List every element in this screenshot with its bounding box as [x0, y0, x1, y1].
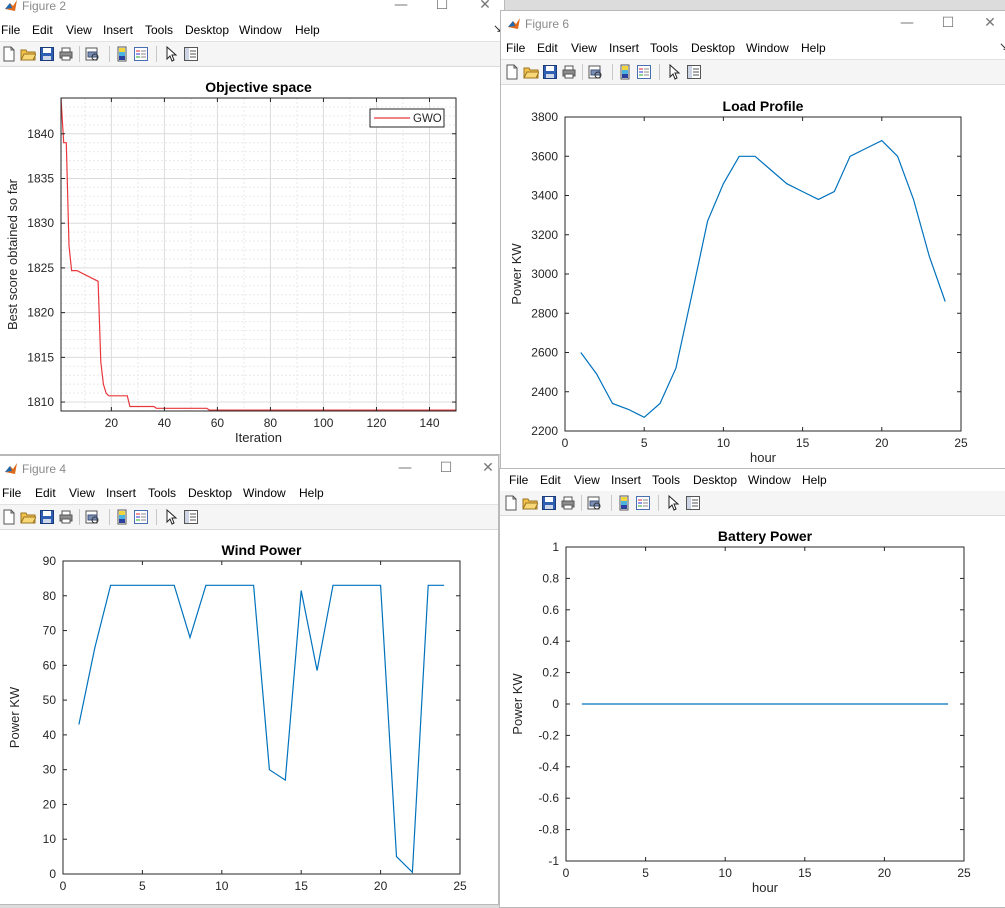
x-tick-label: 100	[313, 416, 333, 430]
x-tick-label: 15	[796, 436, 810, 450]
figure-6-window[interactable]: Figure 6 — ☐ ✕ File Edit View Insert Too…	[500, 10, 1005, 472]
y-tick-label: 10	[43, 832, 57, 846]
figure-2-window[interactable]: Figure 2 — ☐ ✕ File Edit View Insert Too…	[0, 0, 505, 455]
axes-box	[62, 560, 461, 875]
y-tick-label: 1840	[27, 127, 54, 141]
chart-title: Load Profile	[723, 98, 804, 114]
y-tick-label: 50	[43, 693, 57, 707]
x-tick-label: 25	[453, 879, 467, 893]
x-tick-label: 5	[139, 879, 146, 893]
y-tick-label: 0.2	[542, 666, 559, 680]
axes-box	[60, 97, 457, 412]
chart-title: Wind Power	[222, 542, 303, 558]
y-tick-label: 1820	[27, 306, 54, 320]
y-tick-label: 0	[552, 697, 559, 711]
y-tick-label: -0.8	[538, 823, 559, 837]
y-tick-label: 2600	[531, 346, 558, 360]
y-axis-label: Power KW	[509, 243, 524, 305]
series-line	[78, 584, 445, 874]
y-axis-label: Power KW	[7, 686, 22, 748]
y-tick-label: 20	[43, 797, 57, 811]
battery-power-chart[interactable]: 0 5 10 15 20 25 -1 -0.8 -0.6 -0.4 -0.2 0 0.2 0.4 0.6 0.…	[500, 469, 1005, 908]
series-line	[60, 97, 456, 411]
x-tick-label: 10	[719, 866, 733, 880]
y-tick-label: 3600	[531, 149, 558, 163]
x-tick-label: 0	[562, 436, 569, 450]
battery-power-window[interactable]: File Edit View Insert Tools Desktop Wind…	[499, 468, 1005, 908]
x-tick-label: 10	[717, 436, 731, 450]
y-tick-label: -0.6	[538, 791, 559, 805]
y-tick-label: 30	[43, 763, 57, 777]
wind-power-chart[interactable]: 0 5 10 15 20 25 0 10 20 30 40 50 60 70 80 90 Wind Power P…	[0, 456, 499, 905]
x-tick-label: 20	[878, 866, 892, 880]
x-tick-label: 140	[419, 416, 439, 430]
y-tick-label: 1810	[27, 395, 54, 409]
x-tick-label: 20	[105, 416, 119, 430]
y-tick-label: 1815	[27, 350, 54, 364]
objective-space-chart[interactable]: 20 40 60 80 100 120 140 1810 1815 1820 1825 1830 183…	[0, 0, 505, 455]
x-tick-label: 25	[957, 866, 971, 880]
series-line	[580, 139, 946, 419]
x-tick-label: 10	[215, 879, 229, 893]
y-tick-label: -1	[548, 854, 559, 868]
y-axis-label: Best score obtained so far	[5, 178, 20, 330]
x-tick-label: 5	[641, 436, 648, 450]
chart-title: Objective space	[205, 79, 312, 95]
y-tick-label: 60	[43, 658, 57, 672]
x-tick-label: 0	[60, 879, 67, 893]
y-tick-label: 0.8	[542, 571, 559, 585]
x-tick-label: 15	[798, 866, 812, 880]
x-tick-label: 15	[295, 879, 309, 893]
y-tick-label: 1830	[27, 216, 54, 230]
y-tick-label: 3200	[531, 228, 558, 242]
x-tick-label: 0	[563, 866, 570, 880]
x-tick-label: 5	[642, 866, 649, 880]
x-axis-label: Iteration	[235, 430, 282, 445]
axes-box	[564, 116, 962, 432]
y-tick-label: -0.2	[538, 728, 559, 742]
figure-4-window[interactable]: Figure 4 — ☐ ✕ File Edit View Insert Too…	[0, 455, 499, 905]
x-tick-label: 80	[264, 416, 278, 430]
y-axis-label: Power KW	[510, 673, 525, 735]
y-tick-label: 0.6	[542, 603, 559, 617]
y-tick-label: 0	[49, 867, 56, 881]
y-tick-label: 2800	[531, 306, 558, 320]
x-tick-label: 60	[211, 416, 225, 430]
y-tick-label: 1	[552, 540, 559, 554]
y-tick-label: 3400	[531, 189, 558, 203]
y-tick-label: -0.4	[538, 760, 559, 774]
x-axis-label: hour	[750, 450, 777, 465]
y-tick-label: 2400	[531, 385, 558, 399]
x-tick-label: 20	[374, 879, 388, 893]
y-tick-label: 40	[43, 728, 57, 742]
x-tick-label: 40	[158, 416, 172, 430]
y-tick-label: 80	[43, 589, 57, 603]
y-tick-label: 2200	[531, 424, 558, 438]
x-tick-label: 25	[954, 436, 968, 450]
x-axis-label: hour	[752, 880, 779, 895]
y-tick-label: 1825	[27, 261, 54, 275]
x-tick-label: 120	[366, 416, 386, 430]
y-tick-label: 3800	[531, 110, 558, 124]
y-tick-label: 0.4	[542, 634, 559, 648]
y-tick-label: 90	[43, 554, 57, 568]
legend-label: GWO	[413, 113, 442, 125]
y-tick-label: 70	[43, 624, 57, 638]
y-tick-label: 3000	[531, 267, 558, 281]
chart-title: Battery Power	[718, 528, 813, 544]
y-tick-label: 1835	[27, 171, 54, 185]
load-profile-chart[interactable]: 0 5 10 15 20 25 2200 2400 2600 2800 3000 3200 3400 36…	[501, 11, 1005, 472]
x-tick-label: 20	[875, 436, 889, 450]
